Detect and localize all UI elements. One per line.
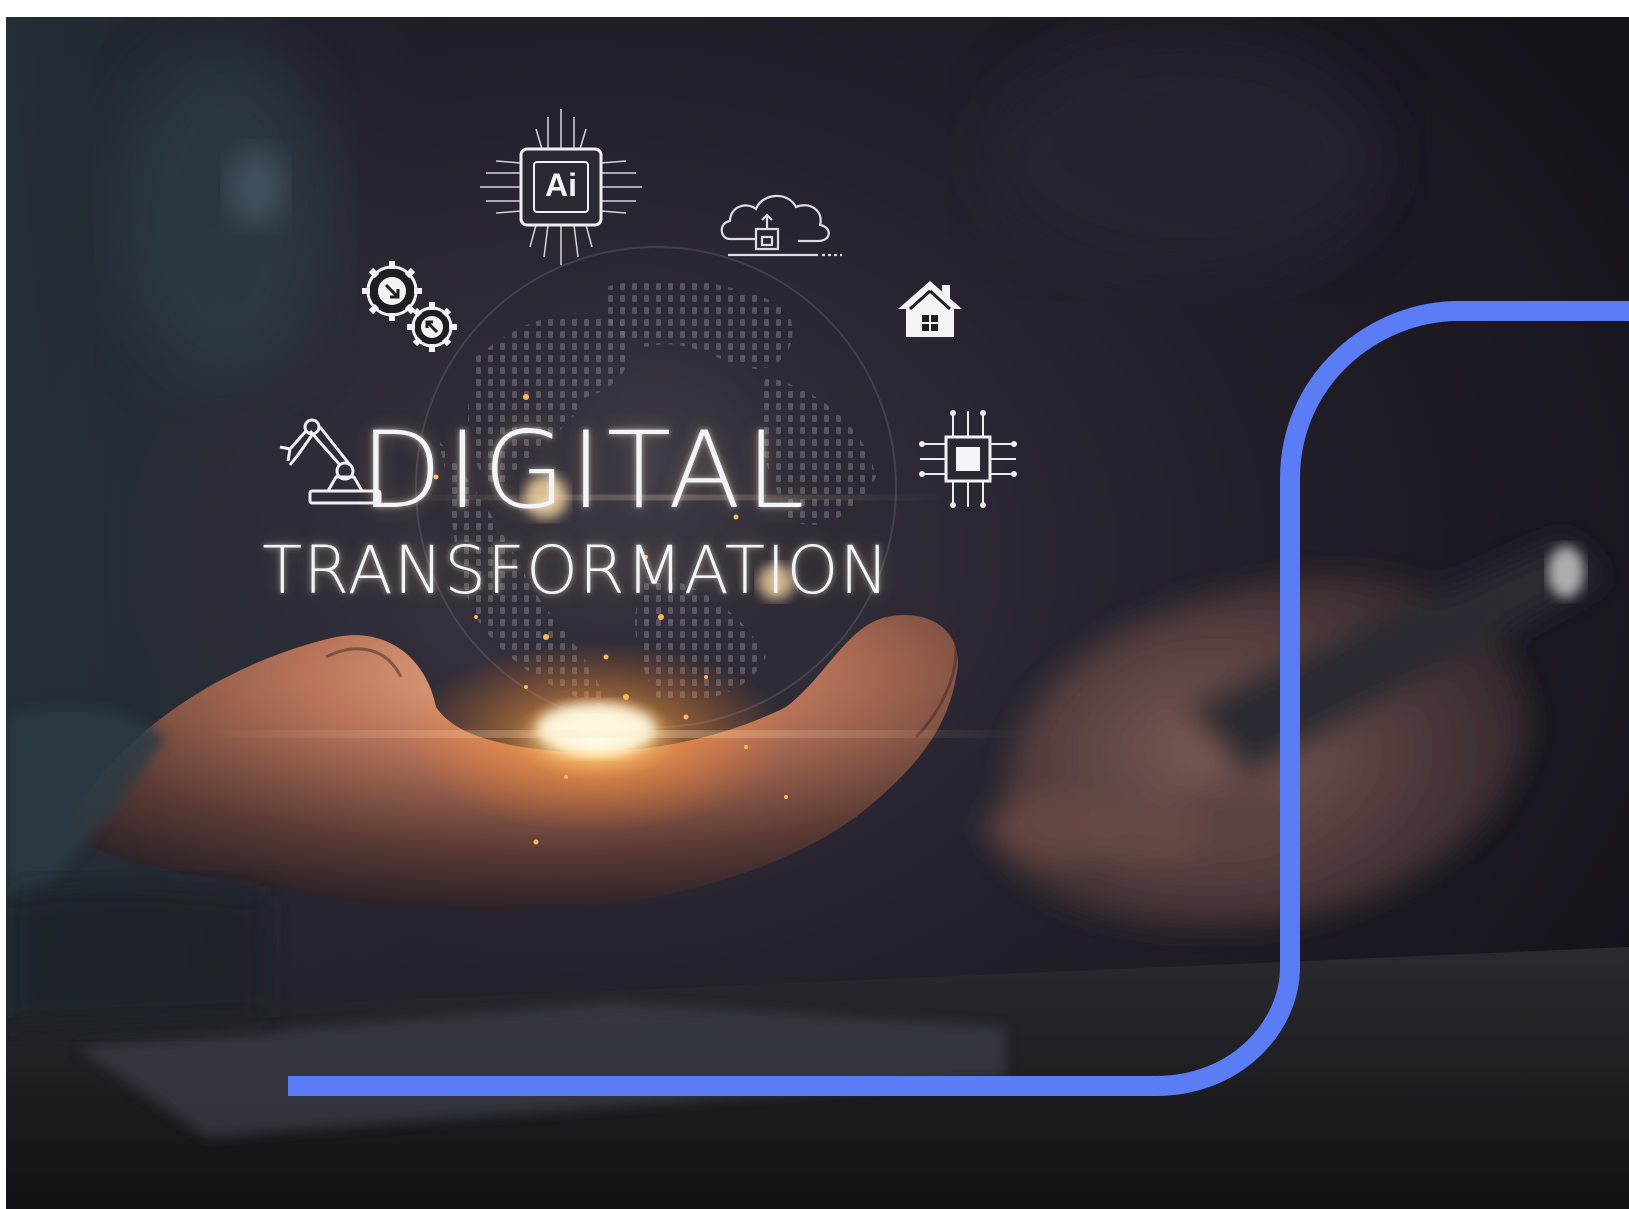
hero-image: Ai DIGITAL TRANSFORMATION: [6, 17, 1629, 1209]
accent-frame: [288, 301, 1629, 1096]
